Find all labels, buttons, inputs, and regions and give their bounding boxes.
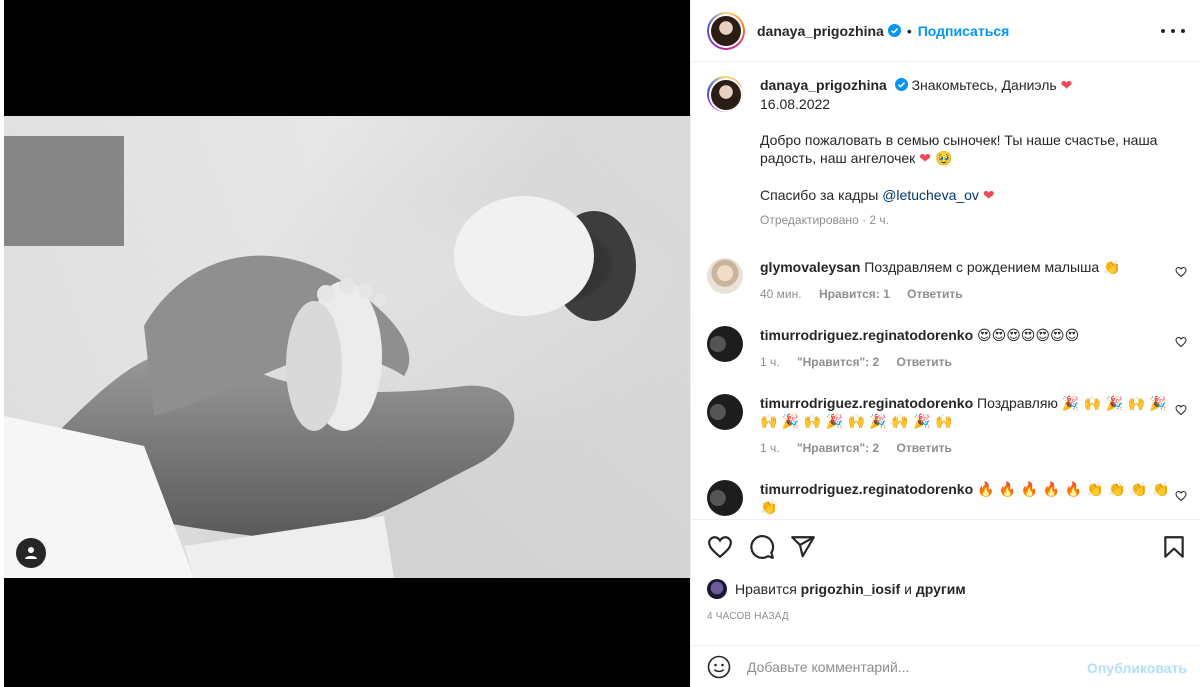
comment-meta: 1 ч. "Нравится": 2 Ответить [760,353,1180,371]
post-side-panel: danaya_prigozhina • Подписаться danaya_p… [690,0,1200,687]
comment-emojis: 😍😍😍😍😍😍😍 [977,328,1080,344]
add-comment-bar: Опубликовать [691,645,1200,687]
photo-illustration [4,116,690,578]
comment-item: timurrodriguez.reginatodorenko 😍😍😍😍😍😍😍 1… [707,326,1187,374]
more-options-button[interactable] [1161,22,1185,40]
author-username[interactable]: danaya_prigozhina [757,23,884,39]
caption-title: Знакомьтесь, Даниэль [911,77,1057,93]
caption-body-emojis: ❤ 🥹 [919,151,953,167]
comment-avatar[interactable] [707,258,743,294]
caption-edited-meta: Отредактировано · 2 ч. [760,213,889,227]
comment-item: timurrodriguez.reginatodorenko 🔥 🔥 🔥 🔥 🔥… [707,480,1187,519]
post-time-ago[interactable]: 4 часов назад [707,611,789,622]
caption-body-line2: радость, наш ангелочек [760,150,916,166]
comment-username[interactable]: glymovaleysan [760,259,860,275]
comment-body: timurrodriguez.reginatodorenko 😍😍😍😍😍😍😍 1… [760,326,1180,371]
caption-body-line1: Добро пожаловать в семью сыночек! Ты наш… [760,132,1158,148]
comment-reply-button[interactable]: Ответить [896,355,951,369]
comments-list[interactable]: danaya_prigozhina Знакомьтесь, Даниэль ❤… [691,62,1200,519]
follow-button[interactable]: Подписаться [918,23,1010,39]
comment-heart-icon[interactable] [1175,490,1187,502]
caption-mention-link[interactable]: @letucheva_ov [882,187,979,203]
comment-likes-count[interactable]: "Нравится": 2 [797,441,879,455]
more-icon [1161,29,1165,33]
comment-input[interactable] [747,658,1077,675]
caption-date: 16.08.2022 [760,96,831,112]
author-avatar-image [709,13,743,48]
comment-icon[interactable] [749,534,775,560]
header-separator: • [906,22,912,39]
heart-icon[interactable] [707,534,733,560]
comment-reply-button[interactable]: Ответить [896,441,951,455]
post-photo[interactable] [4,116,690,578]
likes-conj: и [904,581,912,597]
caption-title-emoji: ❤ [1060,78,1073,94]
caption-avatar-image [709,78,743,112]
comment-item: timurrodriguez.reginatodorenko Поздравля… [707,394,1187,458]
comment-time: 1 ч. [760,355,780,369]
comment-emojis: 🎉 🙌 🎉 🙌 🎉 [1061,396,1167,412]
liker-avatar[interactable] [707,579,727,599]
comment-meta: 1 ч. "Нравится": 2 Ответить [760,439,1180,457]
comment-heart-icon[interactable] [1175,266,1187,278]
author-avatar[interactable] [707,11,745,50]
caption-thanks-emoji: ❤ [982,188,995,204]
comment-avatar[interactable] [707,480,743,516]
comment-emojis: 🔥 🔥 🔥 🔥 🔥 👏 👏 👏 👏 [977,482,1170,498]
comment-username[interactable]: timurrodriguez.reginatodorenko [760,395,973,411]
comment-time: 1 ч. [760,441,780,455]
bookmark-icon[interactable] [1161,534,1187,560]
instagram-post-modal: danaya_prigozhina • Подписаться danaya_p… [0,0,1200,687]
comment-likes-count[interactable]: Нравится: 1 [819,287,890,301]
comment-likes-count[interactable]: "Нравится": 2 [797,355,879,369]
comment-body: glymovaleysan Поздравляем с рождением ма… [760,258,1180,303]
verified-icon [887,24,901,37]
post-header: danaya_prigozhina • Подписаться [691,0,1200,62]
comment-text: Поздравляю [977,395,1058,411]
share-icon[interactable] [790,534,816,560]
caption: danaya_prigozhina Знакомьтесь, Даниэль ❤… [707,76,1187,236]
publish-button[interactable]: Опубликовать [1087,660,1187,676]
comment-avatar[interactable] [707,326,743,362]
comment-heart-icon[interactable] [1175,336,1187,348]
caption-thanks: Спасибо за кадры [760,187,879,203]
caption-username[interactable]: danaya_prigozhina [760,77,887,93]
caption-body: danaya_prigozhina Знакомьтесь, Даниэль ❤… [760,76,1180,229]
comment-emojis-line2: 🙌 🎉 🙌 🎉 🙌 🎉 🙌 🎉 🙌 [760,414,953,430]
action-bar [691,519,1200,575]
media-pane [4,0,690,687]
caption-avatar[interactable] [707,76,743,112]
comment-username[interactable]: timurrodriguez.reginatodorenko [760,481,973,497]
comment-item: glymovaleysan Поздравляем с рождением ма… [707,258,1187,306]
comment-heart-icon[interactable] [1175,404,1187,416]
comment-emojis-line2: 👏 [760,500,778,516]
comment-emojis: 👏 [1103,260,1121,276]
comment-body: timurrodriguez.reginatodorenko 🔥 🔥 🔥 🔥 🔥… [760,480,1180,517]
more-icon-dot [1171,29,1175,33]
user-tag-icon [25,547,37,559]
likes-summary: Нравится prigozhin_iosif и другим [707,577,966,601]
verified-icon [894,78,908,91]
liker-username[interactable]: prigozhin_iosif [801,581,901,597]
comment-reply-button[interactable]: Ответить [907,287,962,301]
smiley-icon[interactable] [707,655,731,679]
comment-username[interactable]: timurrodriguez.reginatodorenko [760,327,973,343]
comment-avatar[interactable] [707,394,743,430]
comment-meta: 40 мин. Нравится: 1 Ответить [760,285,1180,303]
likes-prefix: Нравится [735,581,797,597]
comment-text: Поздравляем с рождением малыша [864,259,1100,275]
comment-time: 40 мин. [760,287,802,301]
user-tag-button[interactable] [16,538,46,568]
likes-others-link[interactable]: другим [916,581,966,597]
comment-body: timurrodriguez.reginatodorenko Поздравля… [760,394,1180,457]
more-icon-dot [1181,29,1185,33]
